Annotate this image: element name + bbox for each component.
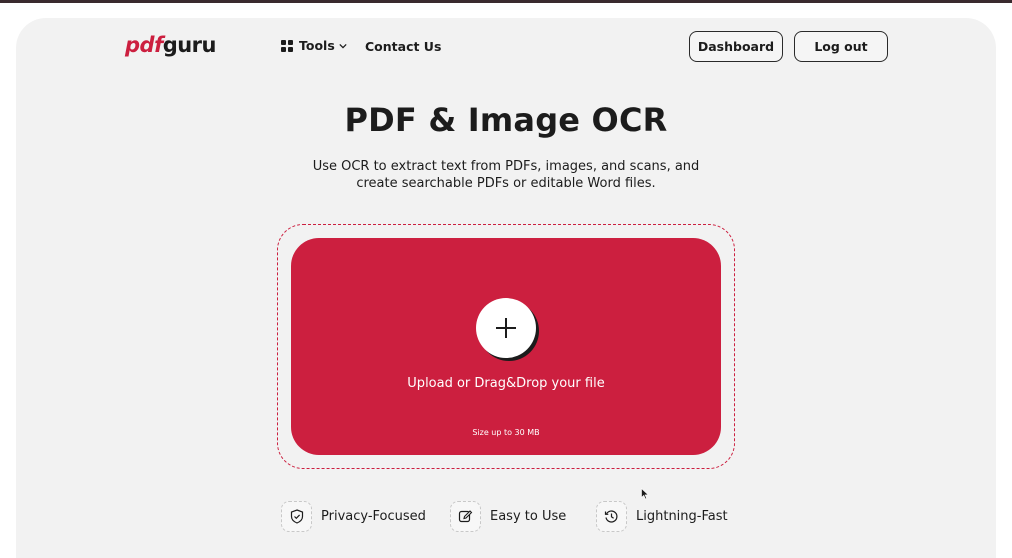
- add-file-button[interactable]: [476, 298, 536, 358]
- feature-easy: Easy to Use: [450, 501, 566, 532]
- shield-check-icon: [281, 501, 312, 532]
- logout-button[interactable]: Log out: [794, 31, 888, 62]
- size-limit-note: Size up to 30 MB: [472, 428, 540, 437]
- clock-icon: [596, 501, 627, 532]
- feature-label: Lightning-Fast: [636, 509, 728, 524]
- dashboard-button[interactable]: Dashboard: [689, 31, 783, 62]
- grid-icon: [281, 39, 293, 52]
- upload-label: Upload or Drag&Drop your file: [407, 376, 605, 391]
- logo-pdf: pdf: [125, 33, 163, 57]
- tools-menu[interactable]: Tools: [281, 38, 347, 53]
- page-title: PDF & Image OCR: [344, 101, 668, 139]
- page-subtitle: Use OCR to extract text from PDFs, image…: [312, 159, 700, 191]
- edit-icon: [450, 501, 481, 532]
- logo[interactable]: pdfguru: [125, 33, 217, 57]
- logo-guru: guru: [162, 33, 217, 57]
- plus-icon: [496, 318, 516, 338]
- mouse-cursor-icon: [641, 488, 649, 500]
- feature-privacy: Privacy-Focused: [281, 501, 426, 532]
- chevron-down-icon: [339, 43, 347, 48]
- tools-label: Tools: [299, 38, 335, 53]
- feature-label: Easy to Use: [490, 509, 567, 524]
- contact-us-link[interactable]: Contact Us: [365, 39, 441, 54]
- feature-fast: Lightning-Fast: [596, 501, 728, 532]
- feature-label: Privacy-Focused: [321, 509, 426, 524]
- window-top-edge: [0, 0, 1012, 3]
